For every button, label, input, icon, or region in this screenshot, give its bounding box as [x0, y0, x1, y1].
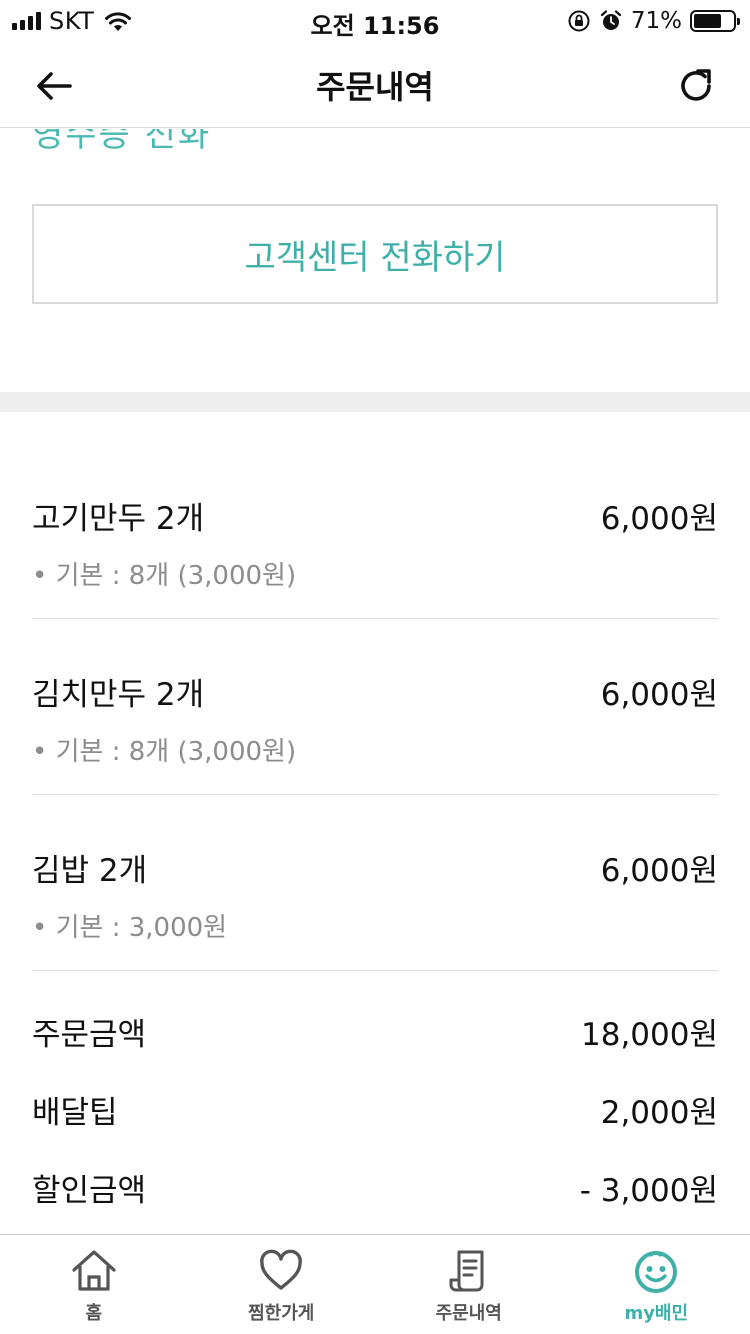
battery-fill [694, 14, 721, 28]
summary-label: 주문금액 [32, 1017, 147, 1053]
item-option: • 기본 : 3,000원 [32, 913, 228, 943]
summary-label: 할인금액 [32, 1173, 147, 1209]
battery-icon [690, 10, 740, 32]
smiley-icon [635, 1250, 678, 1293]
home-icon [72, 1250, 116, 1291]
summary-order-amount: 주문금액 18,000원 [32, 1009, 718, 1059]
summary-value: - 3,000원 [579, 1173, 718, 1209]
battery-percent: 71% [630, 8, 682, 34]
heart-icon [260, 1249, 303, 1290]
order-item: 고기만두 2개 6,000원 • 기본 : 8개 (3,000원) [32, 443, 718, 619]
item-name: 고기만두 2개 [32, 501, 205, 537]
tab-label: 찜한가게 [248, 1303, 315, 1324]
row-divider [32, 970, 718, 971]
call-customer-center-button[interactable]: 고객센터 전화하기 [32, 204, 718, 304]
tab-home[interactable]: 홈 [0, 1235, 188, 1334]
section-divider [0, 392, 750, 412]
status-bar: SKT 오전 11:56 71% [0, 0, 750, 42]
order-item: 김밥 2개 6,000원 • 기본 : 3,000원 [32, 795, 718, 971]
item-name: 김치만두 2개 [32, 677, 205, 713]
item-option: • 기본 : 8개 (3,000원) [32, 561, 297, 591]
rotation-lock-icon [568, 10, 590, 32]
order-detail-content[interactable]: 영수증 전화 고객센터 전화하기 고기만두 2개 6,000원 • 기본 : 8… [0, 129, 750, 1234]
item-price: 6,000원 [600, 501, 718, 537]
tab-favorites[interactable]: 찜한가게 [188, 1235, 376, 1334]
tab-my-baemin[interactable]: my배민 [563, 1235, 750, 1334]
refresh-icon[interactable] [674, 64, 718, 108]
tab-label: my배민 [624, 1303, 689, 1324]
receipt-icon [449, 1250, 484, 1292]
nav-bar: 주문내역 [0, 42, 750, 128]
tab-label: 홈 [85, 1303, 103, 1324]
summary-value: 2,000원 [600, 1095, 718, 1131]
summary-delivery-tip: 배달팁 2,000원 [32, 1087, 718, 1137]
status-right: 71% [567, 6, 740, 36]
summary-discount: 할인금액 - 3,000원 [32, 1165, 718, 1215]
alarm-icon [600, 10, 621, 30]
order-item: 김치만두 2개 6,000원 • 기본 : 8개 (3,000원) [32, 619, 718, 795]
page-title: 주문내역 [316, 68, 434, 106]
summary-label: 배달팁 [32, 1095, 118, 1131]
item-name: 김밥 2개 [32, 853, 148, 889]
item-price: 6,000원 [600, 853, 718, 889]
tab-bar: 홈 찜한가게 주문내역 my배민 [0, 1234, 750, 1334]
tab-orders[interactable]: 주문내역 [375, 1235, 563, 1334]
tab-label: 주문내역 [435, 1303, 502, 1324]
item-option: • 기본 : 8개 (3,000원) [32, 737, 297, 767]
item-price: 6,000원 [600, 677, 718, 713]
cut-off-text: 영수증 전화 [32, 129, 212, 155]
summary-value: 18,000원 [581, 1017, 718, 1053]
